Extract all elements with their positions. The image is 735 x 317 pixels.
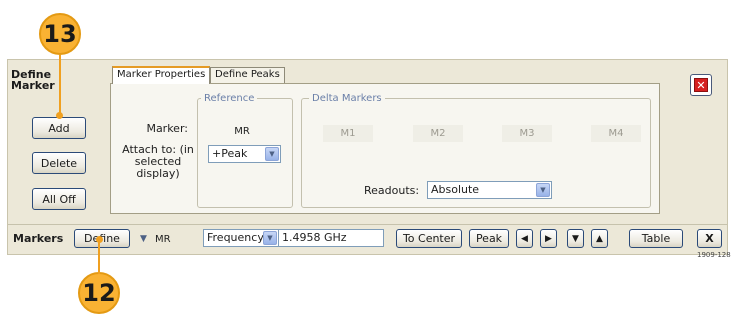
readout-type-select[interactable]: Frequency ▼ (203, 229, 279, 247)
tab-define-peaks[interactable]: Define Peaks (210, 67, 285, 83)
delta-marker-m1: M1 (323, 125, 373, 142)
delta-markers-group-label: Delta Markers (309, 93, 385, 104)
chevron-down-icon: ▼ (265, 147, 279, 161)
arrow-up-icon: ▲ (596, 233, 603, 244)
selected-marker-label[interactable]: MR (155, 234, 171, 246)
panel-divider (8, 224, 727, 225)
table-button[interactable]: Table (629, 229, 683, 248)
close-markers-bar-button[interactable]: X (697, 229, 722, 248)
arrow-down-icon: ▼ (572, 233, 579, 244)
markers-label: Markers (13, 232, 64, 245)
arrow-up-button[interactable]: ▲ (591, 229, 608, 248)
readouts-label: Readouts: (364, 184, 420, 197)
marker-label: Marker: (146, 122, 188, 135)
callout-12-leader (98, 242, 100, 274)
chevron-down-icon: ▼ (536, 183, 550, 197)
marker-select-chevron-icon[interactable]: ▼ (140, 233, 147, 245)
chevron-down-icon: ▼ (263, 231, 277, 245)
callout-13: 13 (39, 13, 81, 55)
callout-12: 12 (78, 272, 120, 314)
to-center-button[interactable]: To Center (396, 229, 462, 248)
tab-marker-properties[interactable]: Marker Properties (112, 66, 211, 84)
all-off-button[interactable]: All Off (32, 188, 86, 210)
attach-to-select[interactable]: +Peak ▼ (208, 145, 281, 163)
arrow-right-button[interactable]: ▶ (540, 229, 557, 248)
readouts-select[interactable]: Absolute ▼ (427, 181, 552, 199)
readouts-value: Absolute (431, 183, 480, 196)
readout-type-value: Frequency (207, 231, 264, 244)
arrow-left-icon: ◀ (521, 233, 528, 244)
arrow-down-button[interactable]: ▼ (567, 229, 584, 248)
callout-13-dot (56, 112, 63, 119)
attach-to-label: Attach to: (in selected display) (122, 143, 194, 180)
arrow-right-icon: ▶ (545, 233, 552, 244)
delta-marker-m4: M4 (591, 125, 641, 142)
delete-button[interactable]: Delete (32, 152, 86, 174)
arrow-left-button[interactable]: ◀ (516, 229, 533, 248)
close-define-marker-button[interactable]: ✕ (690, 74, 712, 96)
reference-group-label: Reference (201, 93, 258, 104)
delta-marker-m3: M3 (502, 125, 552, 142)
frequency-value: 1.4958 GHz (282, 231, 347, 244)
reference-marker-value: MR (234, 126, 250, 137)
figure-id: 1909-128 (697, 251, 731, 259)
attach-to-value: +Peak (212, 147, 248, 160)
define-marker-title: Define Marker (11, 68, 55, 92)
add-button[interactable]: Add (32, 117, 86, 139)
delta-marker-m2: M2 (413, 125, 463, 142)
peak-button[interactable]: Peak (469, 229, 509, 248)
callout-13-leader (59, 55, 61, 113)
close-icon: ✕ (694, 78, 708, 92)
frequency-input[interactable]: 1.4958 GHz (278, 229, 384, 247)
